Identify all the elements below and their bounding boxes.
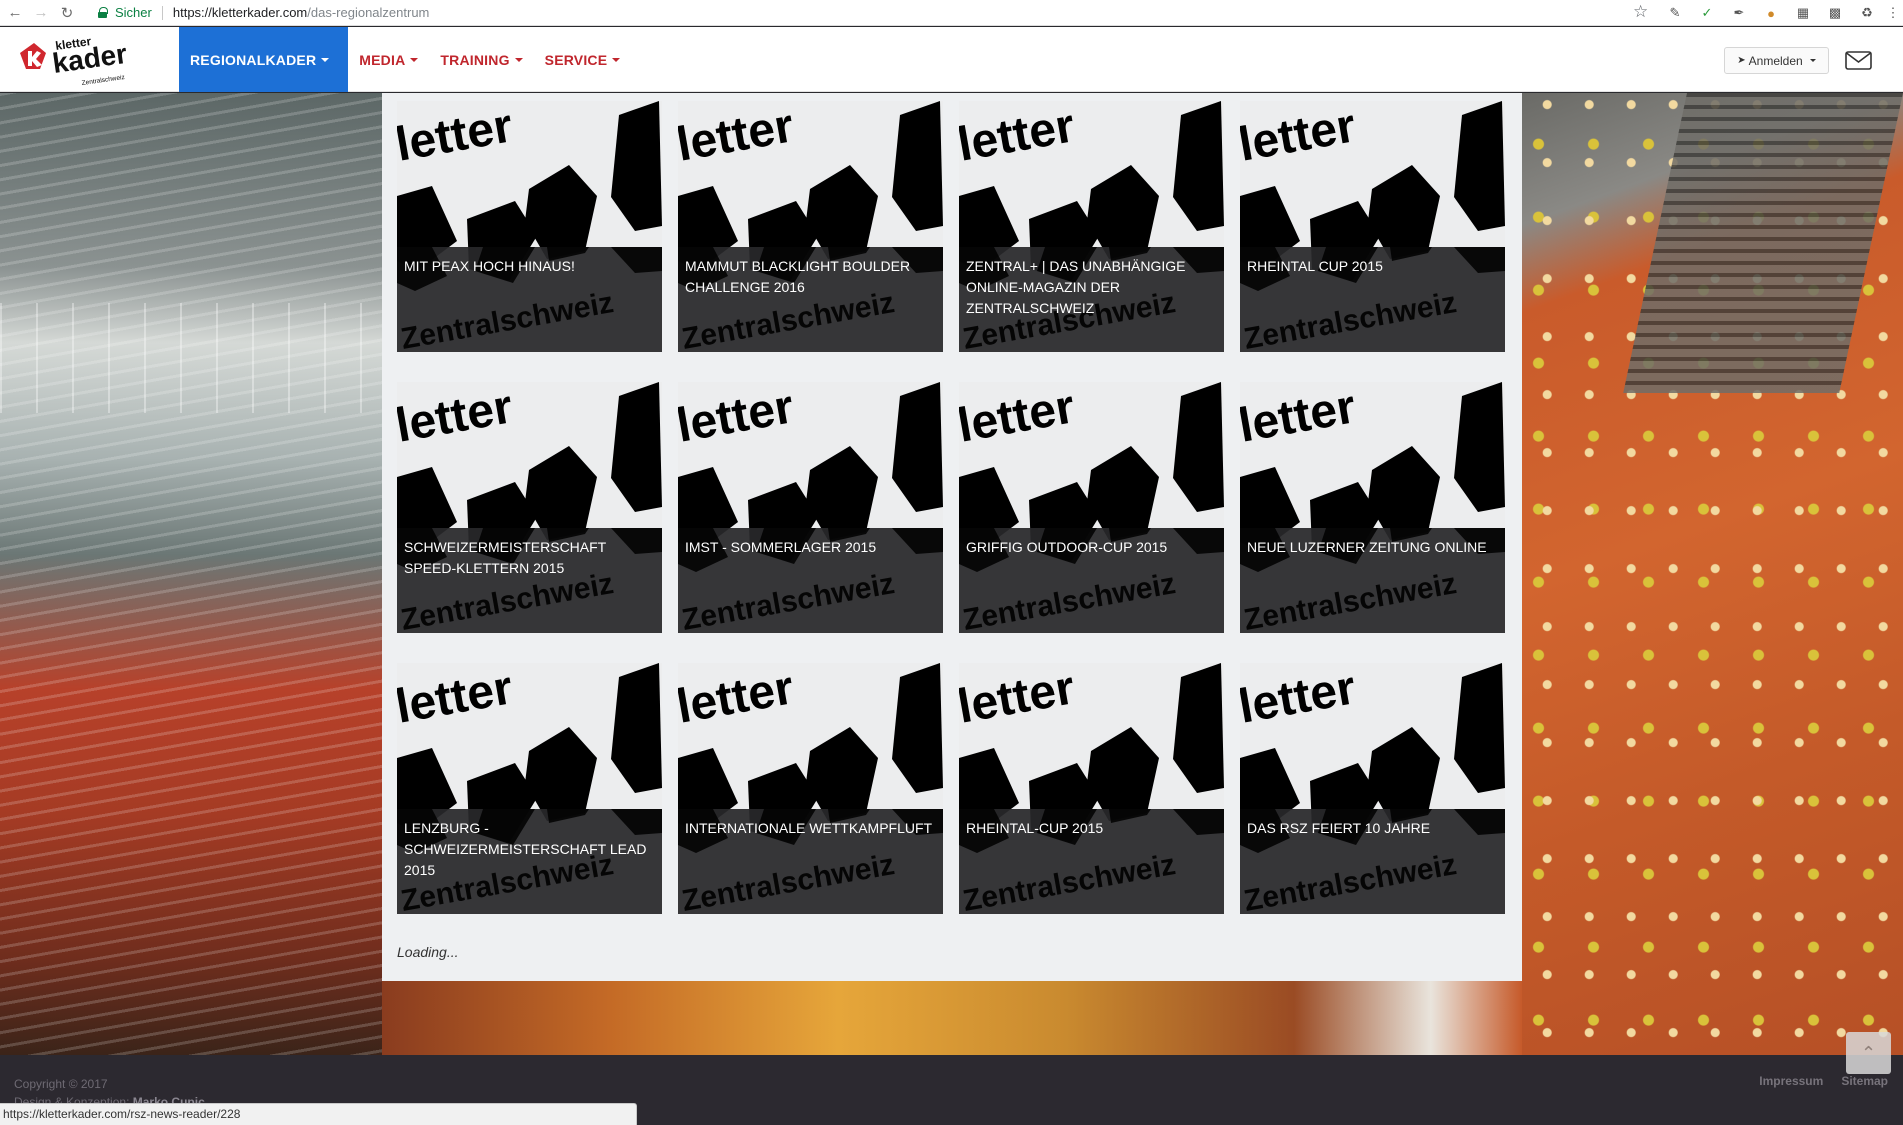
card-title: RHEINTAL-CUP 2015 [966, 820, 1104, 836]
news-card[interactable]: letter Zentralschweiz LENZBURG - SCHWEIZER… [397, 663, 662, 914]
logo-mark-icon: kletter kader Zentralschweiz [20, 34, 129, 87]
card-title: GRIFFIG OUTDOOR-CUP 2015 [966, 539, 1168, 555]
svg-text:Zentralschweiz: Zentralschweiz [1241, 286, 1459, 352]
news-card[interactable]: letter Zentralschweiz INTERNATIONALE WETTK… [678, 663, 943, 914]
svg-text:Zentralschweiz: Zentralschweiz [960, 567, 1178, 633]
address-bar[interactable]: https://kletterkader.com/das-regionalzen… [173, 5, 430, 20]
divider [161, 5, 163, 20]
cookie-extension-icon[interactable]: ● [1761, 3, 1781, 23]
card-watermark: Zentralschweiz [397, 528, 662, 633]
footer-links: Impressum Sitemap [1759, 1074, 1888, 1088]
caret-down-icon [1809, 59, 1816, 62]
svg-text:Zentralschweiz: Zentralschweiz [679, 848, 897, 914]
card-watermark: Zentralschweiz [1240, 247, 1505, 352]
news-card[interactable]: letter Zentralschweiz RHEINTAL CUP 2015 [1240, 101, 1505, 352]
card-title: SCHWEIZERMEISTERSCHAFT SPEED-KLETTERN 20… [404, 539, 606, 576]
card-title: MAMMUT BLACKLIGHT BOULDER CHALLENGE 2016 [685, 258, 911, 295]
sign-in-icon: ➤ [1737, 55, 1746, 66]
news-card[interactable]: letter Zentralschweiz IMST - SOMMERLAGER 2… [678, 382, 943, 633]
puzzle-extension-icon[interactable]: ▩ [1825, 3, 1845, 23]
security-indicator[interactable]: Sicher [98, 5, 152, 20]
card-watermark: Zentralschweiz [678, 247, 943, 352]
url-host: https://kletterkader.com [172, 5, 308, 20]
nav-item-regionalkader[interactable]: REGIONALKADER [179, 27, 349, 92]
mail-icon[interactable] [1845, 51, 1872, 70]
photo-bottom [382, 981, 1522, 1055]
svg-text:Zentralschweiz: Zentralschweiz [81, 74, 125, 87]
caret-down-icon [321, 57, 330, 62]
secure-label: Sicher [115, 5, 152, 20]
card-title: INTERNATIONALE WETTKAMPFLUFT [685, 820, 933, 836]
card-title: NEUE LUZERNER ZEITUNG ONLINE [1247, 539, 1487, 555]
site-logo[interactable]: kletter kader Zentralschweiz [18, 33, 163, 89]
card-watermark: Zentralschweiz [678, 528, 943, 633]
url-path: /das-regionalzentrum [307, 5, 430, 20]
scroll-to-top-button[interactable]: ⌃ [1846, 1032, 1891, 1074]
news-card[interactable]: letter Zentralschweiz GRIFFIG OUTDOOR-CUP … [959, 382, 1224, 633]
svg-text:Zentralschweiz: Zentralschweiz [679, 567, 897, 633]
nav-item-media[interactable]: MEDIA [348, 27, 429, 92]
reload-icon[interactable]: ↻ [56, 2, 78, 24]
news-card[interactable]: letter Zentralschweiz MAMMUT BLACKLIGHT BO… [678, 101, 943, 352]
copyright-text: Copyright © 2017 [14, 1077, 108, 1091]
chevron-up-icon: ⌃ [1860, 1042, 1877, 1063]
card-title: IMST - SOMMERLAGER 2015 [685, 539, 877, 555]
bookmark-star-icon[interactable]: ☆ [1633, 2, 1648, 22]
card-title: LENZBURG - SCHWEIZERMEISTERSCHAFT LEAD 2… [404, 820, 647, 878]
main-nav: REGIONALKADER MEDIA TRAINING SERVICE [179, 27, 631, 92]
news-grid: letter Zentralschweiz MIT PEAX HOCH HINAUS… [397, 101, 1505, 914]
nav-label: REGIONALKADER [190, 51, 317, 68]
footer-link-sitemap[interactable]: Sitemap [1841, 1074, 1888, 1088]
back-icon[interactable]: ← [4, 2, 26, 24]
browser-status-bar: https://kletterkader.com/rsz-news-reader… [0, 1103, 637, 1125]
card-title: MIT PEAX HOCH HINAUS! [404, 258, 575, 274]
svg-text:Zentralschweiz: Zentralschweiz [398, 286, 616, 352]
news-card[interactable]: letter Zentralschweiz ZENTRAL+ | DAS UNABH… [959, 101, 1224, 352]
card-watermark: Zentralschweiz [1240, 809, 1505, 914]
dropper-extension-icon[interactable]: ✒ [1729, 3, 1749, 23]
svg-text:Zentralschweiz: Zentralschweiz [1241, 848, 1459, 914]
caret-down-icon [514, 57, 523, 62]
news-card[interactable]: letter Zentralschweiz SCHWEIZERMEISTERSCHA… [397, 382, 662, 633]
nav-label: SERVICE [544, 51, 608, 68]
site-header: kletter kader Zentralschweiz REGIONALKAD… [0, 27, 1903, 92]
card-title: DAS RSZ FEIERT 10 JAHRE [1247, 820, 1431, 836]
card-watermark: Zentralschweiz [397, 247, 662, 352]
login-label: Anmelden [1748, 53, 1803, 68]
caret-down-icon [612, 57, 621, 62]
photo-right [1522, 93, 1903, 1055]
card-title: ZENTRAL+ | DAS UNABHÄNGIGE ONLINE-MAGAZI… [966, 258, 1186, 316]
card-watermark: Zentralschweiz [1240, 528, 1505, 633]
news-card[interactable]: letter Zentralschweiz MIT PEAX HOCH HINAUS… [397, 101, 662, 352]
check-extension-icon[interactable]: ✓ [1697, 3, 1717, 23]
caret-down-icon [410, 57, 419, 62]
forward-icon[interactable]: → [30, 2, 52, 24]
nav-label: MEDIA [359, 51, 406, 68]
news-card[interactable]: letter Zentralschweiz RHEINTAL-CUP 2015 [959, 663, 1224, 914]
news-card[interactable]: letter Zentralschweiz NEUE LUZERNER ZEITUN… [1240, 382, 1505, 633]
login-button[interactable]: ➤ Anmelden [1724, 47, 1829, 74]
nav-item-service[interactable]: SERVICE [534, 27, 632, 92]
news-panel: letter Zentralschweiz MIT PEAX HOCH HINAUS… [382, 93, 1522, 981]
card-watermark: Zentralschweiz [959, 528, 1224, 633]
card-watermark: Zentralschweiz [678, 809, 943, 914]
nav-label: TRAINING [440, 51, 510, 68]
grid-extension-icon[interactable]: ▦ [1793, 3, 1813, 23]
card-watermark: Zentralschweiz [959, 809, 1224, 914]
lock-icon [98, 7, 108, 18]
svg-text:Zentralschweiz: Zentralschweiz [960, 848, 1178, 914]
sync-extension-icon[interactable]: ♻ [1857, 3, 1877, 23]
card-title: RHEINTAL CUP 2015 [1247, 258, 1383, 274]
nav-item-training[interactable]: TRAINING [429, 27, 533, 92]
menu-dots-icon[interactable]: ⋮ [1883, 3, 1903, 23]
browser-toolbar: ← → ↻ Sicher https://kletterkader.com/da… [0, 0, 1903, 26]
photo-left [0, 93, 382, 1055]
pen-extension-icon[interactable]: ✎ [1665, 3, 1685, 23]
news-card[interactable]: letter Zentralschweiz DAS RSZ FEIERT 10 JA… [1240, 663, 1505, 914]
loading-indicator: Loading... [397, 944, 459, 960]
footer-link-impressum[interactable]: Impressum [1759, 1074, 1823, 1088]
svg-text:Zentralschweiz: Zentralschweiz [1241, 567, 1459, 633]
